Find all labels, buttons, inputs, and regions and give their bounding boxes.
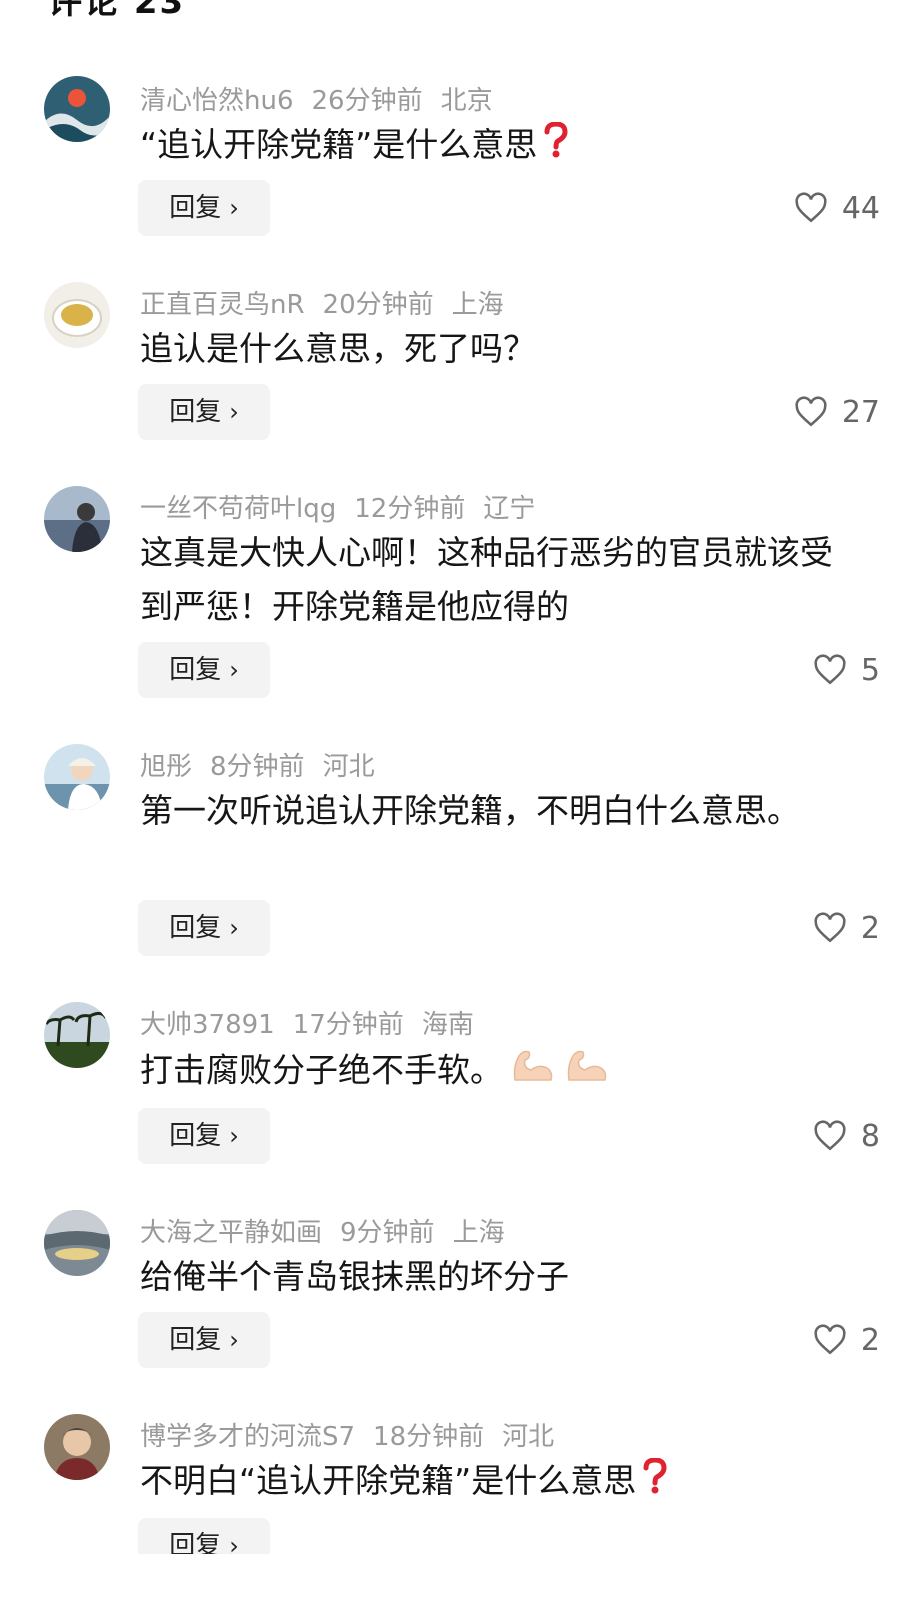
heart-outline-icon (795, 192, 827, 223)
reply-label: 回复 (169, 397, 222, 427)
red-question-mark-icon (543, 120, 569, 174)
reply-button[interactable]: 回复 › (138, 900, 270, 956)
like-count: 2 (860, 1322, 880, 1358)
avatar[interactable] (44, 1210, 110, 1276)
timestamp: 8分钟前 (210, 752, 305, 782)
comment-meta: 大海之平静如画 9分钟前 上海 (140, 1212, 523, 1249)
heart-outline-icon (814, 654, 846, 685)
chevron-right-icon: › (229, 1532, 239, 1554)
heart-outline-icon (795, 396, 827, 427)
comment-meta: 旭彤 8分钟前 河北 (140, 746, 393, 783)
avatar[interactable] (44, 76, 110, 142)
location: 北京 (440, 86, 493, 116)
chevron-right-icon: › (229, 914, 239, 942)
chevron-right-icon: › (229, 1122, 239, 1150)
comment-text-body: 不明白“追认开除党籍”是什么意思 (140, 1461, 637, 1500)
flexed-biceps-icon (563, 1042, 611, 1102)
chevron-right-icon: › (229, 398, 239, 426)
chevron-right-icon: › (229, 194, 239, 222)
username[interactable]: 清心怡然hu6 (140, 86, 294, 116)
flexed-biceps-icon (509, 1042, 557, 1102)
timestamp: 12分钟前 (354, 494, 466, 524)
comment-text-body: 打击腐败分子绝不手软。 (140, 1050, 503, 1090)
reply-button[interactable]: 回复 › (138, 384, 270, 440)
reply-button[interactable]: 回复 › (138, 180, 270, 236)
username[interactable]: 大海之平静如画 (140, 1218, 322, 1248)
avatar[interactable] (44, 1002, 110, 1068)
comment-text: 打击腐败分子绝不手软。 (140, 1042, 860, 1102)
username[interactable]: 旭彤 (140, 752, 192, 782)
reply-button[interactable]: 回复 › (138, 1518, 270, 1554)
location: 河北 (502, 1422, 555, 1452)
comment-text: 追认是什么意思，死了吗？ (140, 329, 536, 368)
location: 辽宁 (483, 494, 536, 524)
timestamp: 17分钟前 (292, 1010, 404, 1040)
like-button[interactable]: 2 (813, 1312, 880, 1368)
comment-text: 第一次听说追认开除党籍，不明白什么意思。 (140, 791, 800, 830)
like-button[interactable]: 5 (813, 642, 880, 698)
timestamp: 20分钟前 (322, 290, 434, 320)
comment-meta: 一丝不苟荷叶lqg 12分钟前 辽宁 (140, 488, 553, 525)
reply-label: 回复 (169, 1531, 222, 1554)
like-button[interactable]: 2 (813, 900, 880, 956)
like-count: 27 (841, 394, 880, 430)
timestamp: 9分钟前 (340, 1218, 435, 1248)
avatar[interactable] (44, 744, 110, 810)
username[interactable]: 博学多才的河流S7 (140, 1422, 355, 1452)
like-button[interactable]: 27 (794, 384, 880, 440)
comment-text: “追认开除党籍”是什么意思 (140, 118, 860, 174)
like-button[interactable]: 44 (794, 180, 880, 236)
location: 河北 (322, 752, 375, 782)
comment-text-body: “追认开除党籍”是什么意思 (140, 125, 538, 164)
reply-label: 回复 (169, 193, 222, 223)
comment-meta: 清心怡然hu6 26分钟前 北京 (140, 80, 511, 117)
heart-outline-icon (814, 1324, 846, 1355)
reply-button[interactable]: 回复 › (138, 1108, 270, 1164)
location: 上海 (452, 1218, 505, 1248)
comment-meta: 大帅37891 17分钟前 海南 (140, 1004, 492, 1041)
timestamp: 18分钟前 (373, 1422, 485, 1452)
username[interactable]: 正直百灵鸟nR (140, 290, 305, 320)
avatar[interactable] (44, 1414, 110, 1480)
reply-button[interactable]: 回复 › (138, 642, 270, 698)
reply-button[interactable]: 回复 › (138, 1312, 270, 1368)
location: 海南 (421, 1010, 474, 1040)
like-count: 5 (860, 652, 880, 688)
reply-label: 回复 (169, 655, 222, 685)
chevron-right-icon: › (229, 1326, 239, 1354)
comment-text: 给俺半个青岛银抹黑的坏分子 (140, 1257, 569, 1296)
red-question-mark-icon (642, 1456, 668, 1510)
comments-header: 评论 23 (48, 0, 186, 22)
like-count: 2 (860, 910, 880, 946)
like-count: 44 (841, 190, 880, 226)
location: 上海 (451, 290, 504, 320)
comment-meta: 正直百灵鸟nR 20分钟前 上海 (140, 284, 522, 321)
heart-outline-icon (814, 912, 846, 943)
heart-outline-icon (814, 1120, 846, 1151)
username[interactable]: 一丝不苟荷叶lqg (140, 494, 336, 524)
comment-meta: 博学多才的河流S7 18分钟前 河北 (140, 1416, 572, 1453)
reply-label: 回复 (169, 1121, 222, 1151)
like-button[interactable]: 8 (813, 1108, 880, 1164)
avatar[interactable] (44, 486, 110, 552)
comment-text: 不明白“追认开除党籍”是什么意思 (140, 1454, 860, 1510)
timestamp: 26分钟前 (311, 86, 423, 116)
like-count: 8 (860, 1118, 880, 1154)
comment-text: 这真是大快人心啊！这种品行恶劣的官员就该受到严惩！开除党籍是他应得的 (140, 533, 833, 626)
username[interactable]: 大帅37891 (140, 1010, 275, 1040)
reply-label: 回复 (169, 913, 222, 943)
reply-label: 回复 (169, 1325, 222, 1355)
chevron-right-icon: › (229, 656, 239, 684)
avatar[interactable] (44, 282, 110, 348)
